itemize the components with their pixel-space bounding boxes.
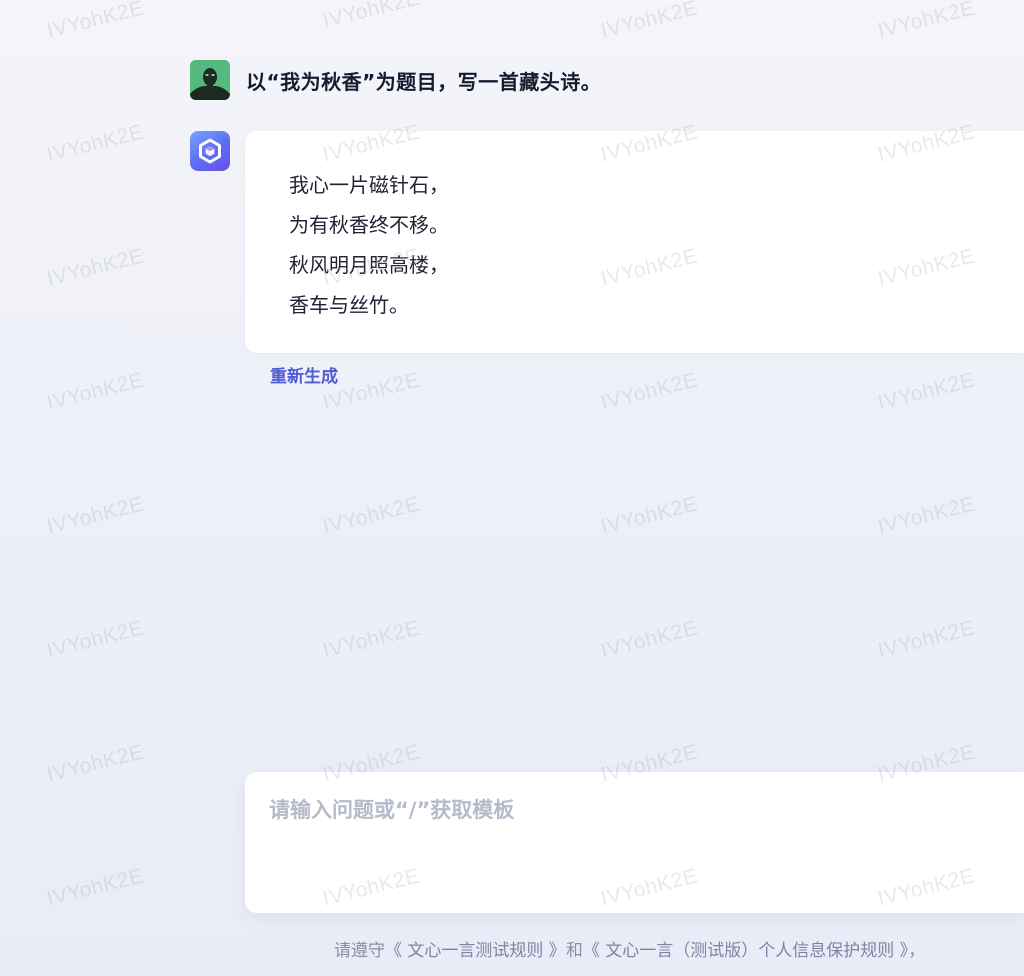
watermark: IVYohK2E bbox=[44, 244, 147, 291]
watermark: IVYohK2E bbox=[875, 368, 978, 415]
answer-poem: 我心一片磁针石， 为有秋香终不移。 秋风明月照高楼， 香车与丝竹。 bbox=[289, 165, 449, 325]
user-message-row: 以“我为秋香”为题目，写一首藏头诗。 bbox=[190, 60, 601, 100]
user-message-text: 以“我为秋香”为题目，写一首藏头诗。 bbox=[246, 69, 602, 94]
terms-notice: 请遵守《 文心一言测试规则 》和《 文心一言（测试版）个人信息保护规则 》， bbox=[334, 936, 925, 961]
watermark: IVYohK2E bbox=[44, 492, 147, 539]
poem-line: 我心一片磁针石， bbox=[289, 173, 449, 197]
watermark: IVYohK2E bbox=[320, 492, 423, 539]
poem-line: 香车与丝竹。 bbox=[289, 293, 409, 317]
watermark: IVYohK2E bbox=[875, 0, 978, 43]
person-silhouette-icon bbox=[190, 60, 230, 100]
bot-avatar bbox=[190, 131, 230, 171]
watermark: IVYohK2E bbox=[44, 120, 147, 167]
test-rules-link[interactable]: 《 文心一言测试规则 》 bbox=[385, 941, 566, 961]
watermark: IVYohK2E bbox=[598, 616, 701, 663]
watermark: IVYohK2E bbox=[875, 616, 978, 663]
watermark: IVYohK2E bbox=[320, 616, 423, 663]
question-input[interactable] bbox=[269, 794, 989, 890]
poem-line: 秋风明月照高楼， bbox=[289, 253, 449, 277]
ernie-bot-cube-icon bbox=[199, 138, 221, 164]
watermark: IVYohK2E bbox=[44, 740, 147, 787]
poem-line: 为有秋香终不移。 bbox=[289, 213, 449, 237]
watermark: IVYohK2E bbox=[598, 0, 701, 43]
watermark: IVYohK2E bbox=[44, 368, 147, 415]
answer-card: 我心一片磁针石， 为有秋香终不移。 秋风明月照高楼， 香车与丝竹。 bbox=[245, 131, 1024, 353]
watermark: IVYohK2E bbox=[320, 0, 423, 33]
watermark: IVYohK2E bbox=[44, 616, 147, 663]
terms-conjunction: 和 bbox=[565, 941, 583, 961]
watermark: IVYohK2E bbox=[44, 0, 147, 43]
terms-suffix: ， bbox=[908, 941, 926, 961]
watermark: IVYohK2E bbox=[598, 368, 701, 415]
watermark: IVYohK2E bbox=[44, 864, 147, 911]
question-input-box bbox=[245, 772, 1024, 913]
watermark: IVYohK2E bbox=[598, 492, 701, 539]
watermark: IVYohK2E bbox=[875, 492, 978, 539]
regenerate-button[interactable]: 重新生成 bbox=[270, 362, 338, 387]
terms-prefix: 请遵守 bbox=[334, 941, 385, 961]
user-avatar bbox=[190, 60, 230, 100]
privacy-rules-link[interactable]: 《 文心一言（测试版）个人信息保护规则 》 bbox=[583, 941, 908, 961]
